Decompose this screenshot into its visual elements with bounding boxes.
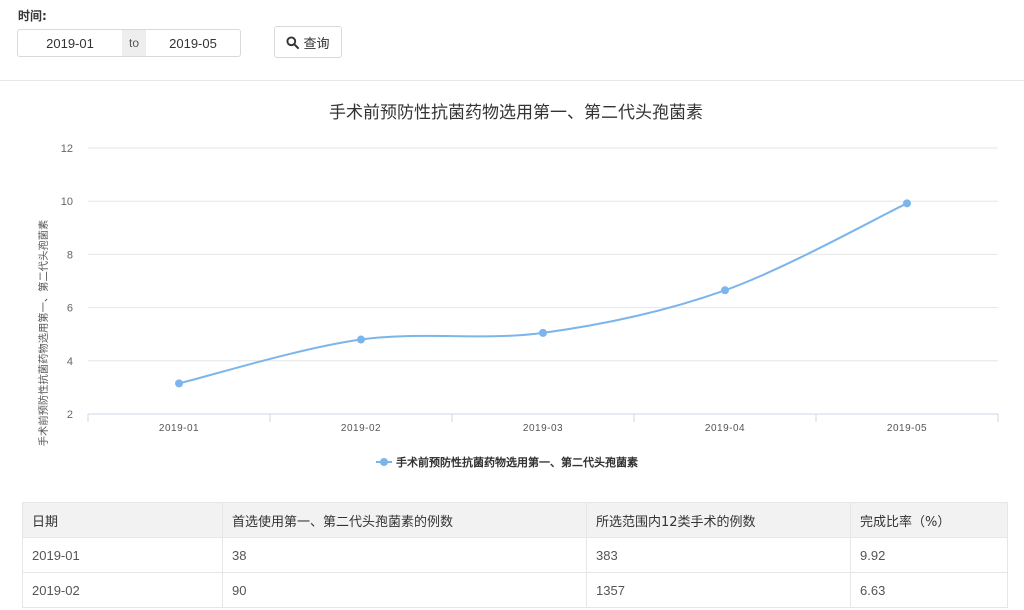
header-total-count: 所选范围内12类手术的例数 bbox=[586, 502, 851, 538]
cell-date: 2019-02 bbox=[22, 572, 223, 608]
series-line bbox=[178, 202, 908, 385]
query-button[interactable]: 查询 bbox=[274, 26, 342, 58]
filter-bar: 时间: to 查询 bbox=[0, 0, 1024, 81]
range-separator: to bbox=[122, 30, 146, 56]
query-label: 查询 bbox=[303, 36, 330, 52]
line-chart: 手术前预防性抗菌药物选用第一、第二代头孢菌素 2 4 6 8 10 12 手术前预防性抗菌… bbox=[37, 103, 999, 469]
cell-date: 2019-01 bbox=[22, 537, 223, 573]
cell-first-choice-count: 90 bbox=[222, 572, 587, 608]
x-tick-label: 2019-03 bbox=[523, 423, 563, 434]
y-tick-label: 10 bbox=[61, 196, 73, 208]
header-first-choice-count: 首选使用第一、第二代头孢菌素的例数 bbox=[222, 502, 587, 538]
end-month-input[interactable] bbox=[146, 30, 240, 56]
y-axis: 2 4 6 8 10 12 bbox=[61, 143, 73, 421]
data-table: 日期 首选使用第一、第二代头孢菌素的例数 所选范围内12类手术的例数 完成比率（… bbox=[22, 502, 1008, 608]
y-tick-label: 12 bbox=[61, 143, 73, 155]
x-tick-label: 2019-05 bbox=[887, 423, 927, 434]
x-axis: 2019-01 2019-02 2019-03 2019-04 2019-05 bbox=[87, 413, 999, 434]
cell-first-choice-count: 38 bbox=[222, 537, 587, 573]
date-range: to bbox=[17, 29, 241, 57]
chart-container: 手术前预防性抗菌药物选用第一、第二代头孢菌素 2 4 6 8 10 12 手术前预防性抗菌… bbox=[0, 80, 1024, 480]
y-tick-label: 2 bbox=[67, 409, 73, 421]
series-group bbox=[175, 199, 911, 388]
start-month-input[interactable] bbox=[18, 30, 122, 56]
table-row: 2019-01 38 383 9.92 bbox=[22, 537, 1008, 573]
table-row: 2019-02 90 1357 6.63 bbox=[22, 572, 1008, 608]
x-tick-label: 2019-02 bbox=[341, 423, 381, 434]
legend-item-label: 手术前预防性抗菌药物选用第一、第二代头孢菌素 bbox=[396, 455, 638, 469]
legend-marker-icon bbox=[380, 458, 388, 466]
search-icon bbox=[286, 35, 300, 49]
data-point[interactable] bbox=[357, 335, 365, 344]
y-tick-label: 4 bbox=[67, 356, 73, 368]
data-point[interactable] bbox=[721, 286, 729, 295]
header-date: 日期 bbox=[22, 502, 223, 538]
x-tick-label: 2019-04 bbox=[705, 423, 745, 434]
y-tick-label: 8 bbox=[67, 249, 73, 261]
legend[interactable]: 手术前预防性抗菌药物选用第一、第二代头孢菌素 bbox=[376, 455, 638, 469]
data-point[interactable] bbox=[539, 328, 547, 337]
y-axis-label: 手术前预防性抗菌药物选用第一、第二代头孢菌素 bbox=[37, 220, 50, 447]
cell-completion-rate: 6.63 bbox=[850, 572, 1008, 608]
data-point[interactable] bbox=[903, 199, 911, 208]
x-tick-label: 2019-01 bbox=[159, 423, 199, 434]
time-label: 时间: bbox=[18, 9, 47, 23]
data-table-container: 日期 首选使用第一、第二代头孢菌素的例数 所选范围内12类手术的例数 完成比率（… bbox=[22, 502, 1008, 608]
header-completion-rate: 完成比率（%） bbox=[850, 502, 1008, 538]
cell-completion-rate: 9.92 bbox=[850, 537, 1008, 573]
table-header-row: 日期 首选使用第一、第二代头孢菌素的例数 所选范围内12类手术的例数 完成比率（… bbox=[22, 502, 1008, 538]
cell-total-count: 1357 bbox=[586, 572, 851, 608]
cell-total-count: 383 bbox=[586, 537, 851, 573]
y-tick-label: 6 bbox=[67, 303, 73, 315]
data-point[interactable] bbox=[175, 379, 183, 388]
chart-title: 手术前预防性抗菌药物选用第一、第二代头孢菌素 bbox=[329, 103, 703, 123]
